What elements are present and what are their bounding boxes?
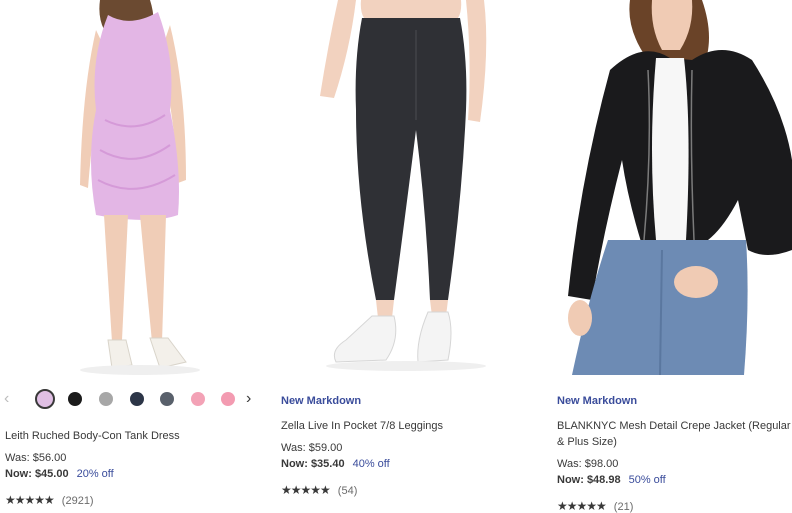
product-image-jacket[interactable] [552,0,792,375]
discount-badge: 20% off [76,468,114,480]
price-now: Now: $48.98 50% off [557,474,666,486]
swatch-navy[interactable] [130,392,144,406]
star-rating-icon: ★★★★★ [557,499,607,513]
product-card-dress[interactable]: ‹ › Leith Ruched Body-Con Tank Dress Was… [0,0,270,513]
swatch-black[interactable] [68,392,82,406]
product-card-leggings[interactable]: New Markdown Zella Live In Pocket 7/8 Le… [276,0,546,513]
review-count: (54) [337,485,358,497]
price-now-value: Now: $35.40 [281,458,345,470]
product-title[interactable]: BLANKNYC Mesh Detail Crepe Jacket (Regul… [557,418,792,450]
product-rating[interactable]: ★★★★★ (2921) [5,493,94,507]
star-rating-icon: ★★★★★ [281,483,331,497]
product-rating[interactable]: ★★★★★ (21) [557,499,633,513]
product-rating[interactable]: ★★★★★ (54) [281,483,357,497]
discount-badge: 40% off [352,458,390,470]
product-image-leggings[interactable] [276,0,546,380]
price-was: Was: $59.00 [281,442,343,454]
new-markdown-label: New Markdown [557,395,638,407]
swatch-charcoal[interactable] [160,392,174,406]
product-card-jacket[interactable]: New Markdown BLANKNYC Mesh Detail Crepe … [552,0,792,513]
chevron-right-icon[interactable]: › [246,390,251,408]
review-count: (2921) [61,495,94,507]
price-was: Was: $98.00 [557,458,619,470]
price-now: Now: $35.40 40% off [281,458,390,470]
price-was: Was: $56.00 [5,452,67,464]
price-now: Now: $45.00 20% off [5,468,114,480]
swatch-lavender[interactable] [35,389,55,409]
product-title[interactable]: Leith Ruched Body-Con Tank Dress [5,428,265,444]
chevron-left-icon[interactable]: ‹ [4,390,9,408]
swatch-rose[interactable] [221,392,235,406]
discount-badge: 50% off [628,474,666,486]
new-markdown-label: New Markdown [281,395,362,407]
swatch-pink[interactable] [191,392,205,406]
color-swatches: ‹ › [0,389,270,410]
product-image-dress[interactable] [0,0,270,380]
review-count: (21) [613,501,634,513]
product-title[interactable]: Zella Live In Pocket 7/8 Leggings [281,418,541,434]
swatch-grey[interactable] [99,392,113,406]
star-rating-icon: ★★★★★ [5,493,55,507]
price-now-value: Now: $45.00 [5,468,69,480]
price-now-value: Now: $48.98 [557,474,621,486]
